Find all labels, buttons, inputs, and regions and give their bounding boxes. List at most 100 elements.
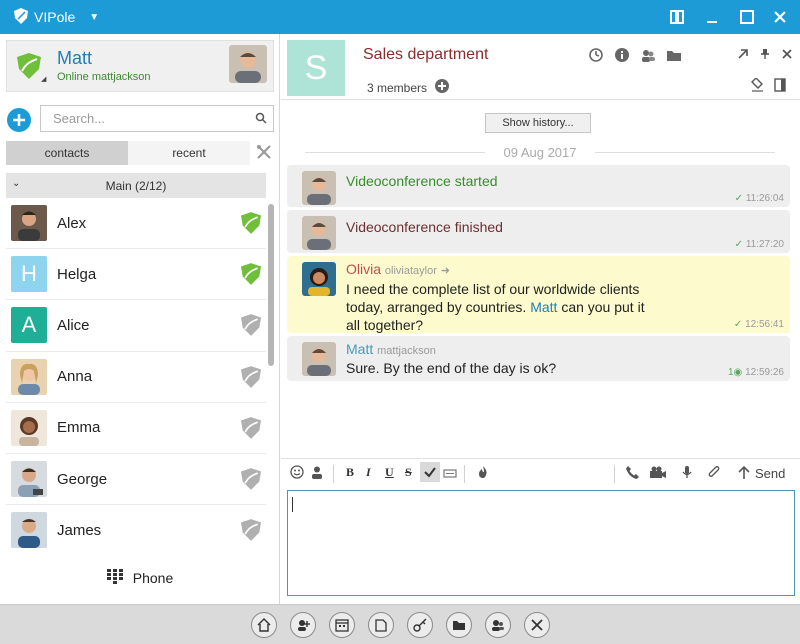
clear-icon[interactable] [750,77,764,95]
message-text: Videoconference started [346,173,498,189]
status-dropdown-icon[interactable]: ◢ [41,75,46,83]
add-contact-icon[interactable] [289,611,316,638]
pin-icon[interactable] [759,48,771,63]
settings-tools-icon[interactable] [523,611,550,638]
delivered-check-icon: ✓ [734,239,744,250]
chat-panel: S Sales department 3 members Show histor… [281,34,800,604]
contact-item-james[interactable]: James [6,505,266,553]
send-button[interactable]: Send [738,465,785,482]
bottom-toolbar [0,604,800,644]
contact-group-header[interactable]: ⌄ Main (2/12) [6,173,266,198]
tab-contacts[interactable]: contacts [6,141,128,165]
tools-icon[interactable] [256,144,272,163]
code-icon[interactable] [443,468,457,482]
phone-button[interactable]: Phone [0,554,280,602]
sender-name[interactable]: Matt [346,341,373,357]
video-call-icon[interactable] [649,465,667,482]
members-count[interactable]: 3 members [367,81,427,95]
attach-icon[interactable] [707,465,721,482]
chevron-down-icon: ⌄ [12,178,21,189]
message-input[interactable] [287,490,795,596]
contact-item-george[interactable]: George [6,454,266,506]
message-item[interactable]: Videoconference finished ✓ 11:27:20 [287,210,790,253]
contact-item-alice[interactable]: A Alice [6,300,266,352]
sidebar-toggle-icon[interactable] [774,78,786,95]
checkmark-icon[interactable] [420,462,440,482]
profile-card[interactable]: ◢ Matt Online mattjackson [6,40,274,92]
sender-login: oliviataylor [384,265,437,277]
sender-name[interactable]: Olivia [346,261,381,277]
delivered-check-icon: ✓ [734,193,744,204]
chat-extra-icons [750,77,786,95]
online-shield-icon [241,263,261,288]
group-avatar: S [287,40,345,96]
chat-title: Sales department [363,46,489,63]
key-icon[interactable] [406,611,433,638]
italic-button[interactable]: I [366,465,371,480]
microphone-icon[interactable] [681,465,693,482]
message-item[interactable]: Matt mattjackson Sure. By the end of the… [287,336,790,381]
fire-icon[interactable] [477,465,489,482]
contact-name: Anna [57,368,93,386]
close-chat-icon[interactable] [781,48,793,63]
contact-name: Helga [57,265,97,283]
info-icon[interactable] [614,47,630,66]
avatar [11,461,47,498]
chat-header: S Sales department 3 members [281,34,800,100]
close-button[interactable] [764,0,796,34]
message-item-highlighted[interactable]: Olivia oliviataylor ➜ I need the complet… [287,256,790,333]
detach-icon[interactable] [737,48,749,63]
bold-button[interactable]: B [346,465,354,480]
app-menu[interactable]: VIPole ▼ [14,0,99,34]
emoji-icon[interactable] [290,465,304,482]
members-info: 3 members [367,79,450,96]
contact-name: James [57,521,102,539]
contact-item-anna[interactable]: Anna [6,352,266,403]
mention[interactable]: Matt [530,299,557,315]
add-member-icon[interactable] [435,79,450,96]
home-icon[interactable] [250,611,277,638]
minimize-button[interactable] [696,0,728,34]
contact-item-emma[interactable]: Emma [6,403,266,454]
layout-toggle-button[interactable] [661,0,693,34]
offline-shield-icon [241,468,261,493]
offline-shield-icon [241,519,261,544]
tab-recent[interactable]: recent [128,141,250,165]
add-contact-button[interactable] [7,108,31,132]
contact-item-helga[interactable]: H Helga [6,249,266,301]
show-history-button[interactable]: Show history... [485,113,591,133]
avatar [11,512,47,549]
search-input[interactable]: Search... [40,105,274,132]
group-label: Main (2/12) [105,178,167,193]
contacts-icon[interactable] [484,611,511,638]
phone-label: Phone [132,570,174,586]
folder-icon[interactable] [666,47,682,66]
contacts-icon[interactable] [640,47,656,66]
arrow-right-icon[interactable]: ➜ [441,265,450,277]
contact-item-alex[interactable]: Alex [6,198,266,250]
offline-shield-icon [241,365,261,391]
message-sender: Matt mattjackson [346,341,436,357]
date-separator: 09 Aug 2017 [287,144,793,160]
folder-icon[interactable] [445,611,472,638]
message-item[interactable]: Videoconference started ✓ 11:26:04 [287,165,790,207]
notes-icon[interactable] [367,611,394,638]
call-icon[interactable] [625,465,639,482]
contact-list-scrollbar[interactable] [268,204,274,366]
contact-name: George [57,470,108,488]
dialpad-icon [106,568,125,588]
avatar[interactable] [229,45,267,83]
message-time: ✓ 12:56:41 [733,319,784,330]
history-icon[interactable] [588,47,604,66]
avatar [11,409,47,446]
underline-button[interactable]: U [385,465,394,480]
search-placeholder: Search... [53,111,106,126]
calendar-icon[interactable] [328,611,355,638]
contact-share-icon[interactable] [310,465,324,482]
contact-name: Alex [57,214,87,232]
message-text: Videoconference finished [346,219,503,235]
contact-tabs: contacts recent [6,141,250,165]
maximize-button[interactable] [731,0,763,34]
contact-name: Emma [57,419,101,437]
strike-button[interactable]: S [405,465,412,480]
